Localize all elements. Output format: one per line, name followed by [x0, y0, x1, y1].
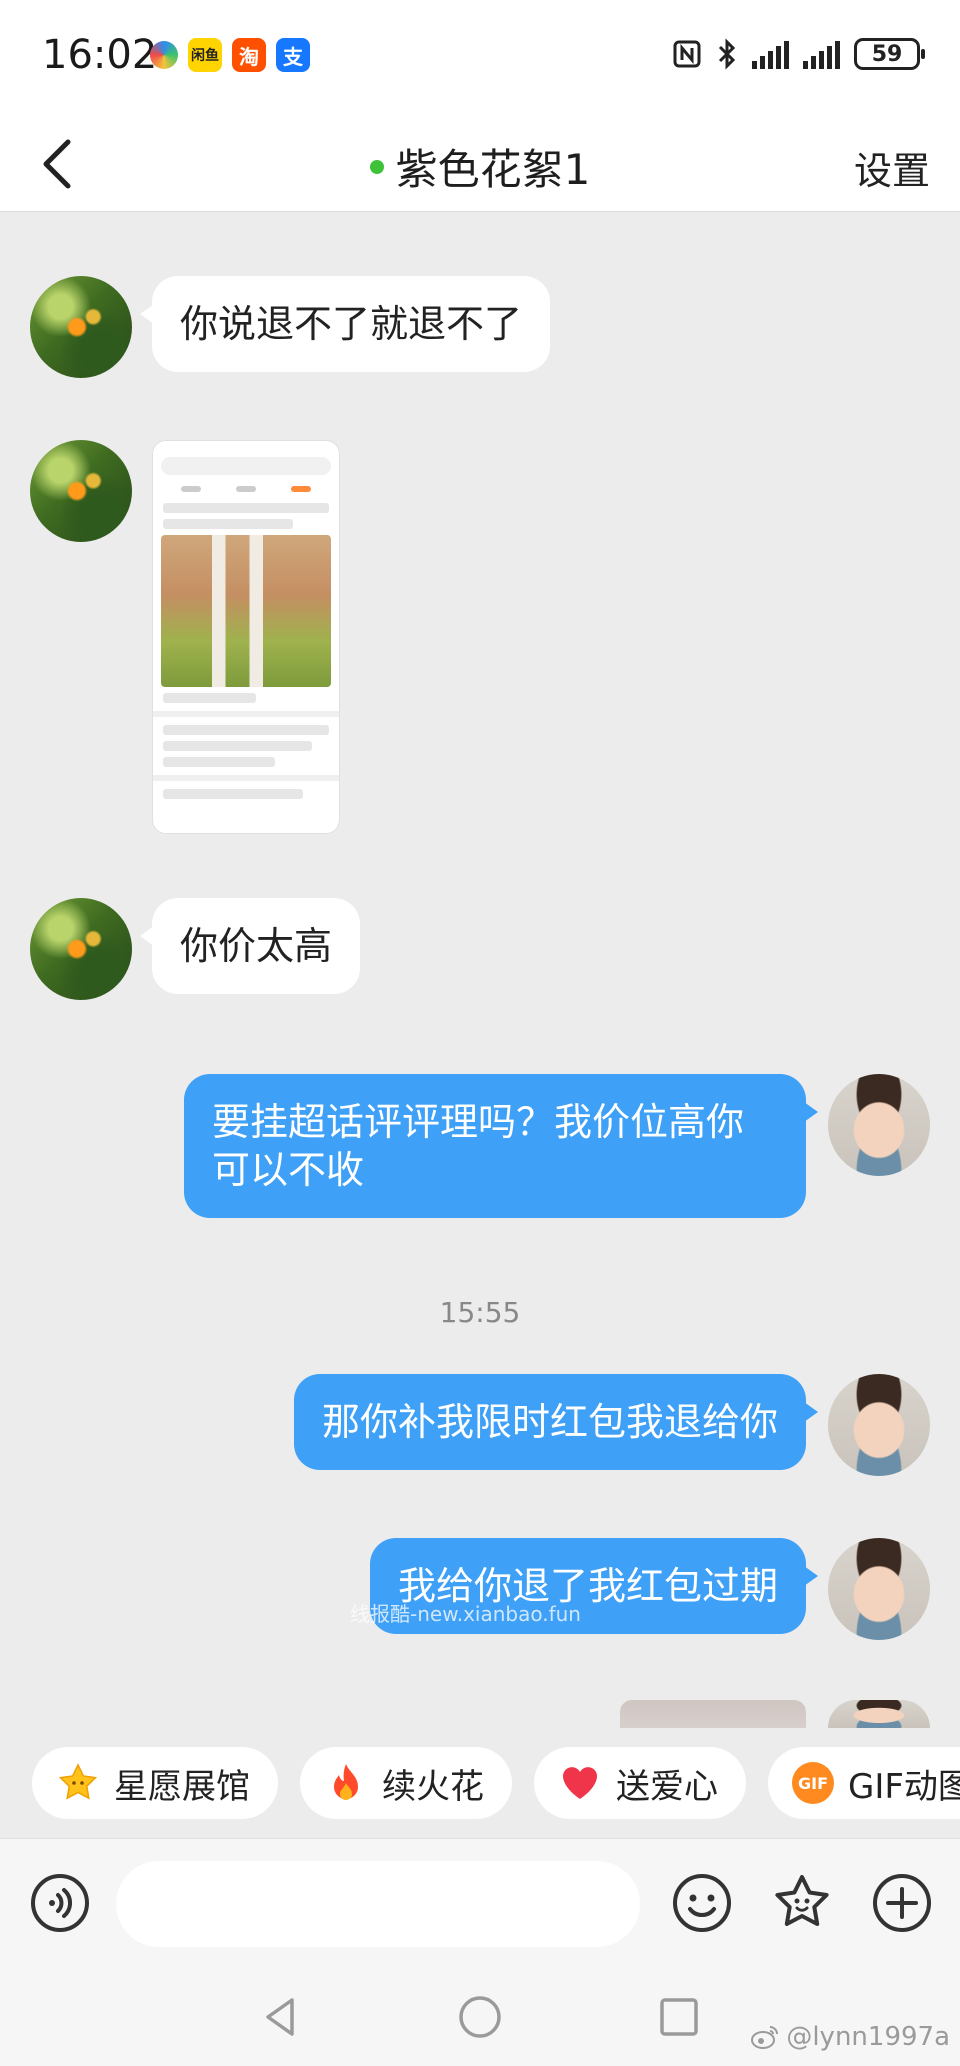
chat-header: 紫色花絮1 设置	[0, 114, 960, 212]
battery-icon: 59	[854, 38, 925, 70]
contact-avatar[interactable]	[30, 276, 132, 378]
thumbnail-photo	[161, 535, 331, 687]
taobao-app-icon: 淘	[232, 38, 266, 72]
quick-action-send-love[interactable]: 送爱心	[534, 1747, 746, 1819]
status-bar: 16:02 闲鱼 淘 支 59	[0, 0, 960, 114]
contact-avatar[interactable]	[30, 440, 132, 542]
my-avatar[interactable]	[828, 1538, 930, 1640]
message-bubble-incoming[interactable]: 你价太高	[139, 898, 361, 994]
voice-input-icon[interactable]	[28, 1871, 92, 1935]
quick-action-continue-spark[interactable]: 续火花	[300, 1747, 512, 1819]
overlay-watermark: 线报酷-new.xianbao.fun	[350, 1602, 581, 1626]
thumbnail-row	[163, 789, 303, 799]
my-avatar[interactable]	[828, 1074, 930, 1176]
thumbnail-row	[163, 693, 256, 703]
add-more-icon[interactable]	[870, 1871, 934, 1935]
partial-image-message[interactable]	[620, 1700, 806, 1730]
input-bar	[0, 1838, 960, 1968]
weibo-watermark: @lynn1997a	[750, 2022, 950, 2052]
message-timestamp: 15:55	[439, 1296, 521, 1329]
emoji-icon[interactable]	[670, 1871, 734, 1935]
quick-action-bar: 星愿展馆 续火花 送爱心 GIF GIF动图	[0, 1728, 960, 1838]
thumbnail-row	[163, 519, 294, 529]
thumbnail-tabs	[163, 481, 329, 497]
thumbnail-divider	[153, 711, 339, 717]
watermark-handle: @lynn1997a	[786, 2022, 950, 2052]
chat-title: 紫色花絮1	[395, 145, 591, 194]
message-bubble-outgoing[interactable]: 要挂超话评评理吗？我价位高你可以不收	[184, 1074, 818, 1218]
colorful-circle-icon	[150, 41, 178, 69]
message-input[interactable]	[116, 1861, 640, 1947]
thumbnail-row	[163, 725, 329, 735]
xianyu-app-icon: 闲鱼	[188, 38, 222, 72]
sticker-star-icon[interactable]	[770, 1871, 834, 1935]
thumbnail-row	[163, 757, 275, 767]
status-app-icons: 闲鱼 淘 支	[150, 38, 310, 72]
nav-home-icon[interactable]	[455, 1992, 505, 2042]
thumbnail-row	[163, 503, 329, 513]
message-bubble-incoming[interactable]: 你说退不了就退不了	[139, 276, 551, 372]
status-time: 16:02	[42, 32, 158, 78]
chip-label: 送爱心	[616, 1766, 718, 1807]
fire-icon	[334, 1764, 358, 1800]
settings-button[interactable]: 设置	[854, 140, 930, 195]
quick-action-star-gallery[interactable]: 星愿展馆	[32, 1747, 278, 1819]
weibo-logo-icon	[751, 2026, 779, 2049]
thumbnail-search-bar	[161, 457, 331, 475]
image-message[interactable]	[152, 440, 340, 834]
status-indicators: 59	[672, 38, 925, 70]
chip-label: GIF动图	[848, 1766, 960, 1807]
online-status-dot	[369, 159, 384, 174]
signal-strength-1-icon	[752, 39, 789, 69]
nfc-icon	[673, 40, 701, 68]
thumbnail-row	[163, 741, 312, 751]
chip-label: 星愿展馆	[114, 1766, 250, 1807]
heart-icon	[563, 1767, 597, 1799]
nav-recents-icon[interactable]	[654, 1992, 704, 2042]
message-bubble-outgoing[interactable]: 那你补我限时红包我退给你	[293, 1374, 819, 1470]
star-icon	[58, 1763, 98, 1800]
alipay-app-icon: 支	[276, 38, 310, 72]
bluetooth-icon	[718, 38, 736, 70]
my-avatar[interactable]	[828, 1374, 930, 1476]
signal-strength-2-icon	[803, 39, 840, 69]
gif-icon: GIF	[792, 1762, 834, 1804]
title-wrap: 紫色花絮1	[0, 136, 960, 197]
nav-back-icon[interactable]	[256, 1992, 306, 2042]
my-avatar[interactable]	[828, 1700, 930, 1728]
quick-action-gif[interactable]: GIF GIF动图	[768, 1747, 960, 1819]
contact-avatar[interactable]	[30, 898, 132, 1000]
chip-label: 续火花	[382, 1766, 484, 1807]
thumbnail-divider	[153, 775, 339, 781]
